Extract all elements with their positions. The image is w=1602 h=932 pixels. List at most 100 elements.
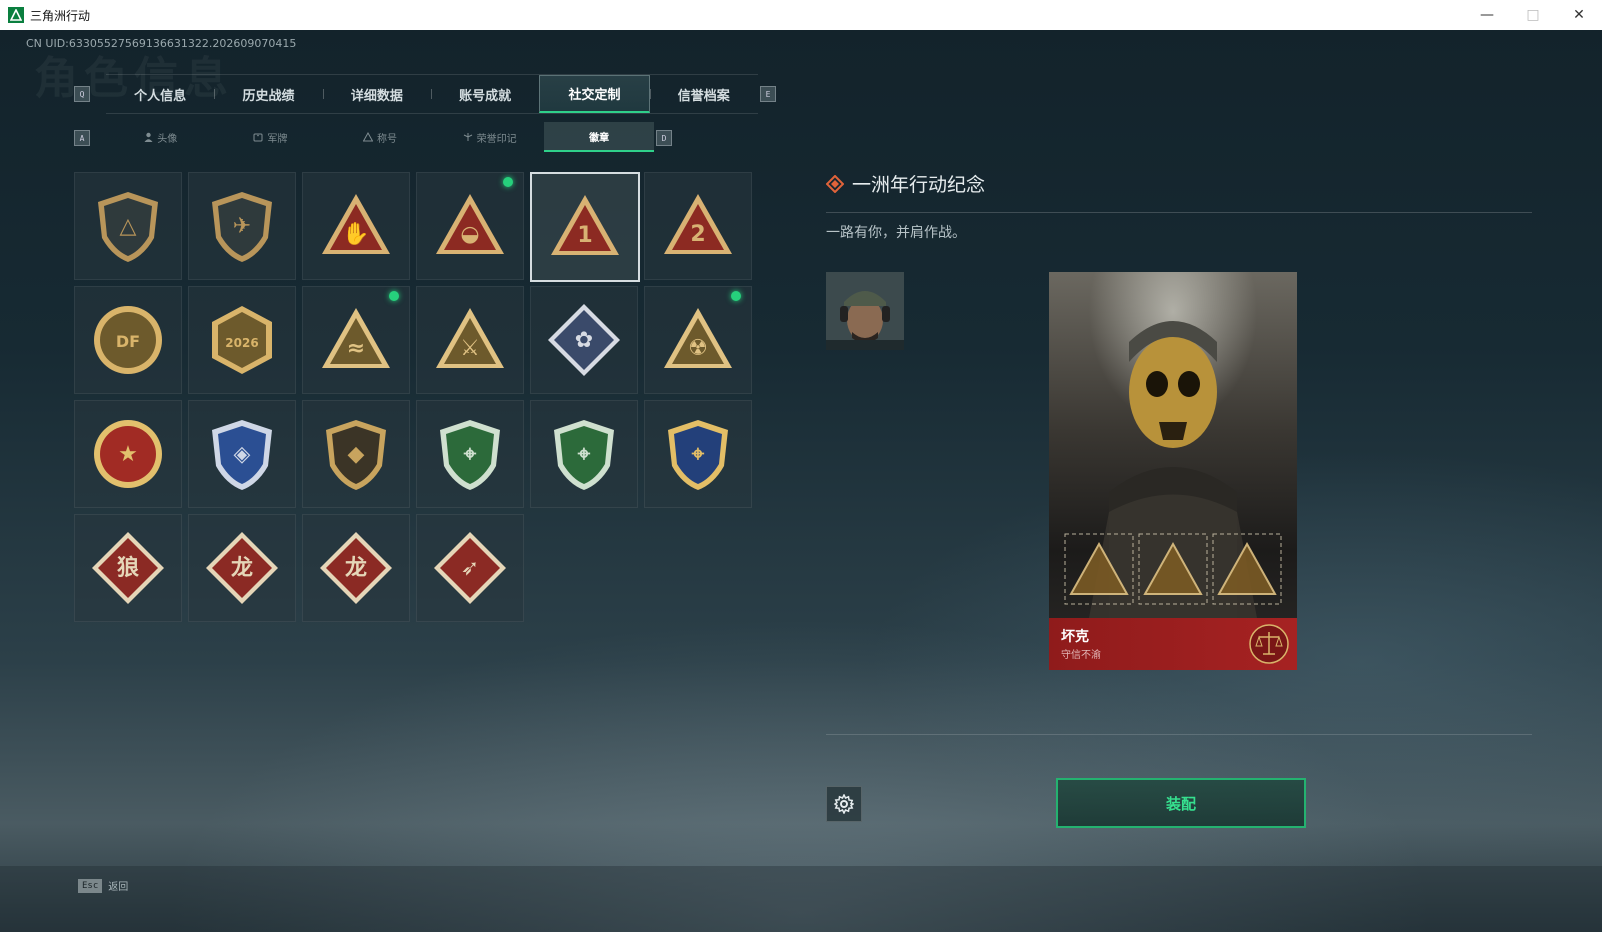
badge-cell[interactable]: ➶ bbox=[416, 514, 524, 622]
badge-hazmat-icon: ☢ bbox=[658, 300, 738, 380]
minimize-button[interactable]: — bbox=[1464, 0, 1510, 30]
tab-4[interactable]: 社交定制 bbox=[539, 75, 650, 113]
badge-cell[interactable]: 龙 bbox=[302, 514, 410, 622]
detail-divider bbox=[826, 212, 1532, 213]
badge-blue-wings-icon: ◈ bbox=[202, 414, 282, 494]
subtab-label: 称号 bbox=[376, 133, 397, 145]
badge-rock-hand-icon: ✋ bbox=[316, 186, 396, 266]
svg-text:2: 2 bbox=[690, 222, 705, 247]
badge-cell[interactable]: ⌖ bbox=[416, 400, 524, 508]
badge-cell[interactable]: 狼 bbox=[74, 514, 182, 622]
badge-cell[interactable]: ⌖ bbox=[644, 400, 752, 508]
badge-delta-force-2025-icon: DF bbox=[88, 300, 168, 380]
badge-green-rifle-2-icon: ⌖ bbox=[544, 414, 624, 494]
dogtag-icon bbox=[253, 132, 263, 142]
preview-nameplate: 坏克 守信不渝 bbox=[1049, 618, 1297, 670]
badge-cell[interactable]: ★ bbox=[74, 400, 182, 508]
badge-cell[interactable]: ◒ bbox=[416, 172, 524, 280]
badge-cell[interactable]: ≈ bbox=[302, 286, 410, 394]
operator-name: 坏克 bbox=[1061, 629, 1089, 645]
svg-text:★: ★ bbox=[118, 442, 138, 467]
subtab-3[interactable]: 荣誉印记 bbox=[435, 122, 545, 152]
svg-text:➶: ➶ bbox=[461, 556, 479, 581]
gear-icon bbox=[834, 794, 854, 814]
scales-emblem-icon bbox=[1249, 624, 1289, 664]
badge-dragon-1-icon: 龙 bbox=[202, 528, 282, 608]
close-button[interactable]: ✕ bbox=[1556, 0, 1602, 30]
badge-cell[interactable]: 2026 bbox=[188, 286, 296, 394]
maximize-button[interactable]: □ bbox=[1510, 0, 1556, 30]
badge-cell[interactable]: ✋ bbox=[302, 172, 410, 280]
back-hint[interactable]: Esc 返回 bbox=[78, 878, 128, 893]
badge-cell[interactable]: DF bbox=[74, 286, 182, 394]
badge-helicopter-icon: ✈ bbox=[202, 186, 282, 266]
operator-avatar[interactable] bbox=[826, 272, 904, 350]
subtab-label: 头像 bbox=[157, 133, 178, 145]
svg-text:☢: ☢ bbox=[688, 336, 708, 361]
svg-text:△: △ bbox=[120, 214, 137, 239]
subtab-4[interactable]: 徽章 bbox=[544, 122, 654, 152]
honor-icon bbox=[463, 132, 473, 142]
tab-2[interactable]: 详细数据 bbox=[322, 75, 431, 113]
main-tabs: 个人信息 历史战绩 详细数据 账号成就 社交定制 信誉档案 bbox=[106, 74, 758, 114]
key-hint-next-subtab: D bbox=[656, 130, 672, 146]
operator-preview-illustration-icon bbox=[1064, 321, 1282, 618]
badge-navy-rifle-icon: ⌖ bbox=[658, 414, 738, 494]
key-hint-prev-subtab: A bbox=[74, 130, 90, 146]
title-icon bbox=[362, 132, 373, 142]
svg-text:◒: ◒ bbox=[460, 222, 479, 247]
badge-cell[interactable]: △ bbox=[74, 172, 182, 280]
svg-text:狼: 狼 bbox=[117, 555, 139, 581]
badge-number-two-icon: 2 bbox=[658, 186, 738, 266]
operator-portrait-icon bbox=[826, 272, 904, 350]
esc-key-icon: Esc bbox=[78, 878, 103, 893]
badge-cell[interactable]: ✿ bbox=[530, 286, 638, 394]
svg-text:✋: ✋ bbox=[342, 221, 369, 247]
badge-cell[interactable]: ☢ bbox=[644, 286, 752, 394]
window-titlebar: 三角洲行动 — □ ✕ bbox=[0, 0, 1602, 30]
badge-cell[interactable]: ✈ bbox=[188, 172, 296, 280]
detail-bottom-divider bbox=[826, 734, 1532, 735]
tab-0[interactable]: 个人信息 bbox=[106, 75, 214, 113]
person-icon bbox=[144, 132, 153, 142]
footer-bar bbox=[0, 866, 1602, 932]
equip-button[interactable]: 装配 bbox=[1056, 778, 1306, 828]
svg-text:1: 1 bbox=[577, 223, 592, 248]
subtab-1[interactable]: 军牌 bbox=[216, 122, 326, 152]
badge-cell[interactable]: ◆ bbox=[302, 400, 410, 508]
badge-cell[interactable]: 2 bbox=[644, 172, 752, 280]
svg-text:✿: ✿ bbox=[575, 328, 593, 353]
settings-button[interactable] bbox=[826, 786, 862, 822]
detail-title-row: 一洲年行动纪念 bbox=[826, 170, 985, 197]
subtab-label: 荣誉印记 bbox=[476, 133, 517, 145]
badge-title: 一洲年行动纪念 bbox=[852, 174, 986, 196]
badge-cell[interactable]: 龙 bbox=[188, 514, 296, 622]
diamond-marker-icon bbox=[826, 174, 844, 193]
tab-1[interactable]: 历史战绩 bbox=[214, 75, 322, 113]
badge-wolf-icon: 狼 bbox=[88, 528, 168, 608]
subtab-label: 徽章 bbox=[589, 132, 610, 144]
badge-cell[interactable]: ◈ bbox=[188, 400, 296, 508]
svg-text:⌖: ⌖ bbox=[463, 442, 477, 467]
badge-cell[interactable]: ⚔ bbox=[416, 286, 524, 394]
window-title: 三角洲行动 bbox=[30, 8, 91, 23]
tab-5[interactable]: 信誉档案 bbox=[649, 75, 758, 113]
new-indicator-dot bbox=[389, 291, 399, 301]
svg-text:龙: 龙 bbox=[231, 556, 253, 581]
subtab-0[interactable]: 头像 bbox=[106, 122, 216, 152]
new-indicator-dot bbox=[731, 291, 741, 301]
badge-white-rose-icon: ✿ bbox=[544, 300, 624, 380]
tab-3[interactable]: 账号成就 bbox=[430, 75, 539, 113]
key-hint-prev-tab: Q bbox=[74, 86, 90, 102]
badge-delta-force-2026-icon: 2026 bbox=[202, 300, 282, 380]
svg-text:2026: 2026 bbox=[225, 336, 258, 350]
new-indicator-dot bbox=[503, 177, 513, 187]
badge-cell[interactable]: 1 bbox=[530, 172, 640, 282]
svg-text:DF: DF bbox=[116, 332, 140, 351]
badge-cell[interactable]: ⌖ bbox=[530, 400, 638, 508]
svg-text:⚔: ⚔ bbox=[460, 336, 480, 361]
svg-text:≈: ≈ bbox=[347, 336, 365, 361]
badge-gem-shield-icon: ◆ bbox=[316, 414, 396, 494]
badge-preview-card: 坏克 守信不渝 bbox=[1049, 272, 1297, 670]
subtab-2[interactable]: 称号 bbox=[325, 122, 435, 152]
